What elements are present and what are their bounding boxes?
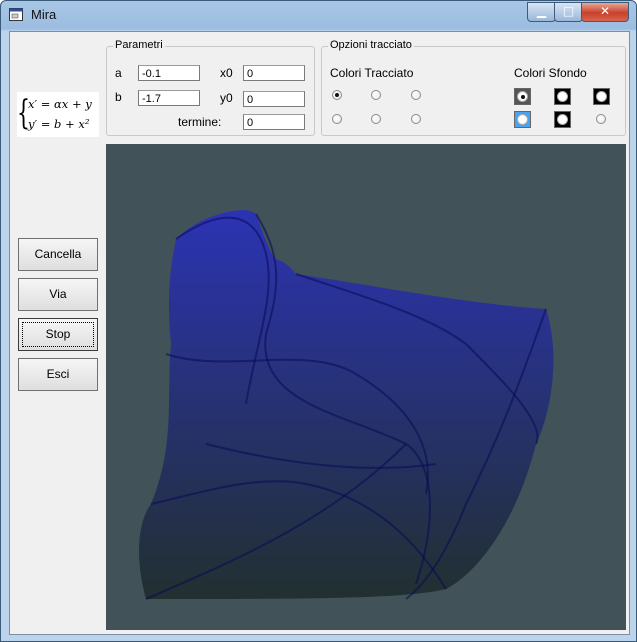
bg-color-radio-6[interactable]: [596, 114, 606, 124]
maximize-button[interactable]: □: [554, 2, 583, 22]
cancella-button[interactable]: Cancella: [18, 238, 98, 271]
bg-color-swatch-4[interactable]: [514, 111, 531, 128]
close-icon: ✕: [599, 4, 611, 18]
trace-color-radio-1[interactable]: [332, 90, 342, 100]
opzioni-group: Opzioni tracciato Colori Tracciato Color…: [321, 39, 626, 136]
trace-color-radio-5[interactable]: [371, 114, 381, 124]
a-input[interactable]: -0.1: [138, 65, 200, 81]
bg-color-radio-4[interactable]: [517, 114, 528, 125]
trace-color-radio-3[interactable]: [411, 90, 421, 100]
y0-label: y0: [220, 91, 233, 105]
bg-color-radio-1[interactable]: [517, 91, 528, 102]
colori-sfondo-label: Colori Sfondo: [514, 66, 587, 80]
termine-label: termine:: [178, 115, 222, 129]
a-label: a: [115, 66, 122, 80]
trace-color-radio-4[interactable]: [332, 114, 342, 124]
opzioni-title: Opzioni tracciato: [328, 39, 414, 51]
close-button[interactable]: ✕: [581, 2, 629, 22]
client-area: { x′ = αx + y y′ = b + x² Parametri a -0…: [9, 31, 630, 635]
attractor-ribbon: [139, 210, 554, 599]
app-window: Mira ▁ □ ✕ { x′ = αx + y y′ = b + x² Par…: [0, 0, 637, 642]
formula-box: { x′ = αx + y y′ = b + x²: [17, 92, 99, 137]
y0-input[interactable]: 0: [243, 91, 305, 107]
formula-line-1: x′ = αx + y: [28, 97, 92, 111]
parametri-title: Parametri: [113, 39, 165, 51]
colori-tracciato-label: Colori Tracciato: [330, 66, 414, 80]
mira-attractor-plot: [106, 144, 626, 630]
x0-input[interactable]: 0: [243, 65, 305, 81]
bg-color-swatch-5[interactable]: [554, 111, 571, 128]
b-input[interactable]: -1.7: [138, 90, 200, 106]
window-icon: [9, 8, 23, 21]
bg-color-swatch-2[interactable]: [554, 88, 571, 105]
plot-canvas[interactable]: [106, 144, 626, 630]
window-title: Mira: [31, 7, 57, 22]
b-label: b: [115, 90, 122, 104]
trace-color-radio-2[interactable]: [371, 90, 381, 100]
minimize-button[interactable]: ▁: [527, 2, 556, 22]
bg-color-swatch-3[interactable]: [593, 88, 610, 105]
stop-button[interactable]: Stop: [18, 318, 98, 351]
maximize-icon: □: [562, 4, 575, 18]
formula-line-2: y′ = b + x²: [28, 117, 90, 131]
via-button[interactable]: Via: [18, 278, 98, 311]
minimize-icon: ▁: [536, 4, 547, 18]
termine-input[interactable]: 0: [243, 114, 305, 130]
trace-color-radio-6[interactable]: [411, 114, 421, 124]
bg-color-radio-3[interactable]: [596, 91, 607, 102]
x0-label: x0: [220, 66, 233, 80]
title-bar[interactable]: Mira ▁ □ ✕: [1, 1, 636, 29]
bg-color-swatch-1[interactable]: [514, 88, 531, 105]
parametri-group: Parametri a -0.1 x0 0 b -1.7 y0 0 termin…: [106, 39, 315, 136]
bg-color-radio-2[interactable]: [557, 91, 568, 102]
esci-button[interactable]: Esci: [18, 358, 98, 391]
bg-color-radio-5[interactable]: [557, 114, 568, 125]
